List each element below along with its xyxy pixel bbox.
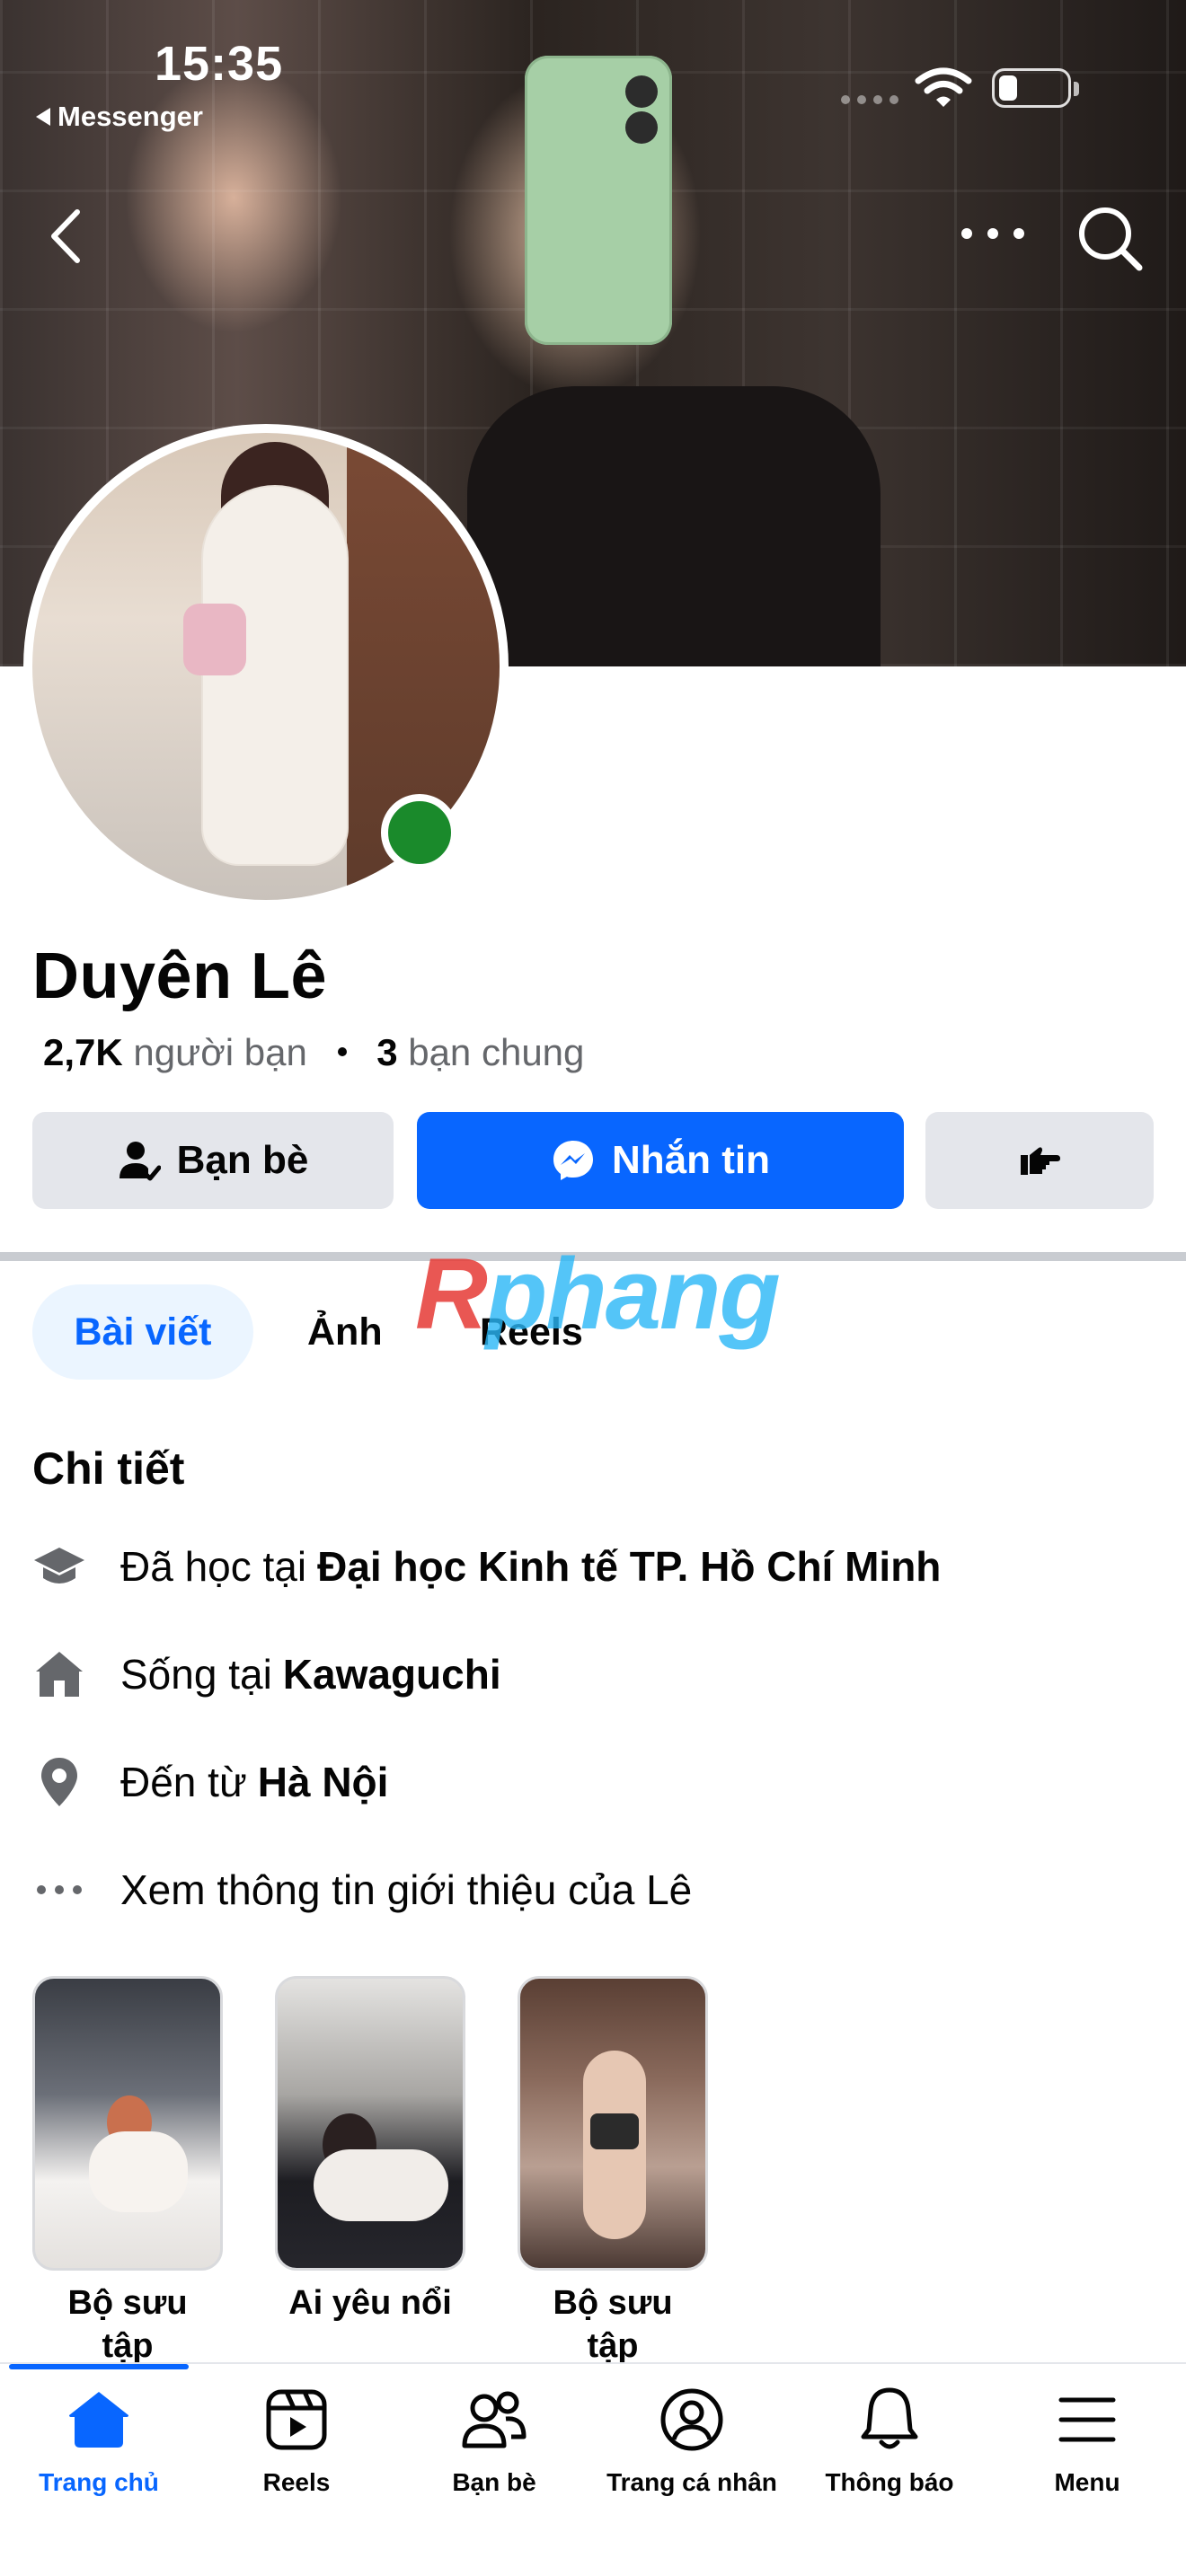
friends-button-label: Bạn bè: [176, 1138, 309, 1182]
detail-education-prefix: Đã học tại: [120, 1543, 307, 1590]
hamburger-icon: [1051, 2384, 1123, 2456]
watermark-logo: Rphang: [415, 1238, 781, 1350]
tab-photos[interactable]: Ảnh: [307, 1284, 383, 1380]
nav-menu-label: Menu: [1054, 2468, 1120, 2496]
nav-profile[interactable]: Trang cá nhân: [593, 2384, 791, 2497]
friends-count-label: người bạn: [133, 1031, 307, 1073]
friends-summary[interactable]: 2,7K người bạn 3 bạn chung: [43, 1031, 584, 1074]
nav-home-label: Trang chủ: [39, 2468, 159, 2496]
message-button-label: Nhắn tin: [612, 1138, 770, 1182]
messenger-icon: [553, 1141, 593, 1180]
message-button[interactable]: Nhắn tin: [417, 1112, 904, 1209]
mutual-friends-count: 3: [376, 1031, 398, 1073]
location-pin-icon: [32, 1755, 86, 1809]
featured-collection-3-label[interactable]: Bộ sưu tập: [518, 2281, 708, 2368]
bell-icon: [854, 2384, 925, 2456]
detail-from[interactable]: Đến từ Hà Nội: [32, 1755, 388, 1809]
back-triangle-icon: [36, 108, 50, 126]
status-bar: 15:35 Messenger: [0, 0, 1186, 135]
home-icon: [63, 2384, 135, 2456]
featured-collection-1-label[interactable]: Bộ sưu tập: [32, 2281, 223, 2368]
wifi-icon: [915, 67, 972, 107]
featured-collection-2-label[interactable]: Ai yêu nổi: [275, 2281, 465, 2325]
profile-name: Duyên Lê: [32, 940, 328, 1012]
detail-lives-in-prefix: Sống tại: [120, 1651, 272, 1698]
friends-button[interactable]: Bạn bè: [32, 1112, 394, 1209]
tab-posts[interactable]: Bài viết: [32, 1284, 253, 1380]
friends-count: 2,7K: [43, 1031, 123, 1073]
poke-button[interactable]: [925, 1112, 1154, 1209]
featured-collection-1[interactable]: [32, 1976, 223, 2271]
profile-icon: [656, 2384, 728, 2456]
cover-figure: [467, 386, 881, 666]
poke-hand-icon: [1021, 1147, 1060, 1175]
details-title: Chi tiết: [32, 1443, 185, 1494]
active-tab-indicator: [9, 2364, 189, 2369]
more-dots-icon: [32, 1863, 86, 1917]
more-options-icon[interactable]: [961, 216, 1024, 251]
nav-profile-label: Trang cá nhân: [606, 2468, 777, 2496]
detail-see-about-label: Xem thông tin giới thiệu của Lê: [120, 1866, 693, 1913]
status-time: 15:35: [155, 37, 284, 91]
friends-icon: [458, 2384, 530, 2456]
online-status-indicator: [381, 794, 458, 871]
nav-reels-label: Reels: [262, 2468, 331, 2496]
back-app-label: Messenger: [58, 101, 203, 132]
nav-notifications[interactable]: Thông báo: [791, 2384, 988, 2497]
separator-dot: [337, 1046, 347, 1056]
nav-home[interactable]: Trang chủ: [0, 2384, 198, 2497]
search-icon[interactable]: [1075, 203, 1145, 273]
detail-lives-in-value: Kawaguchi: [282, 1651, 501, 1698]
detail-education-value: Đại học Kinh tế TP. Hồ Chí Minh: [317, 1543, 942, 1590]
nav-notifications-label: Thông báo: [825, 2468, 954, 2496]
nav-menu[interactable]: Menu: [988, 2384, 1186, 2497]
featured-collection-2[interactable]: [275, 1976, 465, 2271]
nav-friends[interactable]: Bạn bè: [395, 2384, 593, 2497]
battery-icon: [992, 68, 1079, 108]
detail-education[interactable]: Đã học tại Đại học Kinh tế TP. Hồ Chí Mi…: [32, 1539, 941, 1593]
back-to-app-link[interactable]: Messenger: [36, 101, 203, 133]
detail-see-about[interactable]: Xem thông tin giới thiệu của Lê: [32, 1863, 692, 1917]
detail-from-prefix: Đến từ: [120, 1759, 247, 1805]
detail-from-value: Hà Nội: [257, 1759, 389, 1805]
home-icon: [32, 1647, 86, 1701]
reels-icon: [261, 2384, 332, 2456]
nav-reels[interactable]: Reels: [198, 2384, 395, 2497]
back-chevron-icon[interactable]: [43, 205, 88, 268]
nav-friends-label: Bạn bè: [452, 2468, 536, 2496]
mutual-friends-label: bạn chung: [408, 1031, 585, 1073]
friend-check-icon: [119, 1142, 161, 1181]
graduation-cap-icon: [32, 1539, 86, 1593]
bottom-navigation: Trang chủ Reels Bạn bè Trang cá nhân Thô…: [0, 2362, 1186, 2576]
cellular-signal-icon: [841, 95, 898, 104]
featured-collection-3[interactable]: [518, 1976, 708, 2271]
detail-lives-in[interactable]: Sống tại Kawaguchi: [32, 1647, 501, 1701]
